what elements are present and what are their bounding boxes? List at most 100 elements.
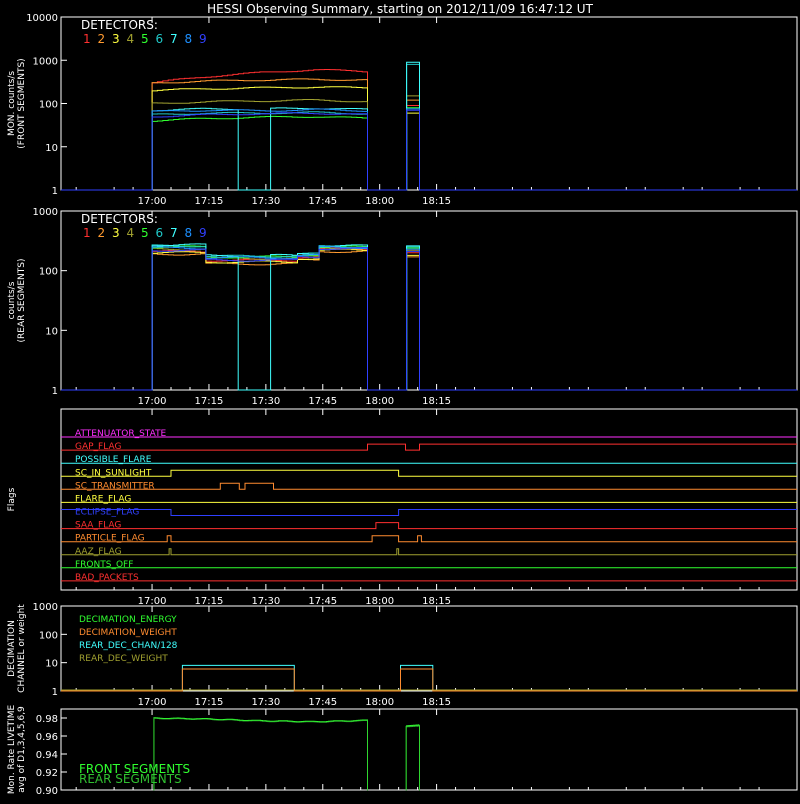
front-ytick-label: 100 xyxy=(39,100,58,111)
flag-line-aaz-flag xyxy=(61,548,797,556)
front-series-detector-9 xyxy=(61,109,797,191)
rear-series-detector-3 xyxy=(61,248,797,391)
rear-detector-7: 7 xyxy=(170,226,178,240)
flag-line-gap-flag xyxy=(61,443,797,451)
decimation-xtick-label: 17:00 xyxy=(138,697,167,708)
flag-line-eclipse-flag xyxy=(61,509,797,516)
front-series-detector-2 xyxy=(61,78,797,191)
rear-xtick-label: 18:15 xyxy=(422,396,451,407)
rear-ytick-label: 1 xyxy=(52,386,58,397)
rear-detector-6: 6 xyxy=(156,226,164,240)
front-detector-5: 5 xyxy=(141,32,149,46)
decimation-ylabel: DECIMATION xyxy=(7,620,17,677)
flags-ylabel: Flags xyxy=(7,487,17,511)
livetime-front-segment xyxy=(405,724,420,790)
rear-ytick-label: 1000 xyxy=(33,207,58,218)
rear-xtick-label: 18:00 xyxy=(365,396,394,407)
front-series-detector-8 xyxy=(61,108,797,191)
livetime-ytick-label: 0.96 xyxy=(36,732,58,743)
flags-panel-frame xyxy=(60,408,798,591)
livetime-ytick-label: 0.98 xyxy=(36,714,58,725)
rear-detector-5: 5 xyxy=(141,226,149,240)
front-xtick-label: 17:00 xyxy=(138,196,167,207)
flags-xtick-label: 17:15 xyxy=(195,596,224,607)
front-detector-7: 7 xyxy=(170,32,178,46)
rear-detectors-title: DETECTORS: xyxy=(81,212,158,226)
flag-label-bad-packets: BAD_PACKETS xyxy=(75,573,139,583)
front-detector-3: 3 xyxy=(112,32,120,46)
front-ytick-label: 1 xyxy=(52,186,58,197)
decimation-legend-rear-dec-chan-128: REAR_DEC_CHAN/128 xyxy=(79,641,178,651)
decimation-ylabel: CHANNEL or weight xyxy=(17,604,27,693)
front-detector-8: 8 xyxy=(185,32,193,46)
front-xtick-label: 18:00 xyxy=(365,196,394,207)
figure-canvas: HESSI Observing Summary, starting on 201… xyxy=(7,2,798,797)
front-xtick-label: 17:30 xyxy=(251,196,280,207)
decimation-series-decimation-weight xyxy=(61,668,797,692)
front-ytick-label: 10000 xyxy=(26,13,58,24)
decimation-legend-rear-dec-weight: REAR_DEC_WEIGHT xyxy=(79,654,168,664)
rear-ylabel: counts/s xyxy=(7,281,17,319)
rear-ytick-label: 100 xyxy=(39,267,58,278)
livetime-legend-rear-segments: REAR SEGMENTS xyxy=(79,772,182,786)
front-series-detector-5 xyxy=(61,107,797,191)
rear-series-detector-6 xyxy=(61,244,797,391)
rear-ylabel: (REAR SEGMENTS) xyxy=(17,258,27,342)
front-series-detector-7 xyxy=(61,61,797,191)
flag-line-sc-transmitter xyxy=(61,482,797,490)
livetime-ylabel: Mon. Rate LIVETIME xyxy=(7,705,17,795)
livetime-front-segment xyxy=(153,717,368,790)
rear-detector-9: 9 xyxy=(199,226,207,240)
flag-line-particle-flag xyxy=(61,535,797,543)
rear-detector-4: 4 xyxy=(127,226,135,240)
rear-series-detector-7 xyxy=(61,243,797,391)
flags-xtick-label: 18:00 xyxy=(365,596,394,607)
front-xtick-label: 18:15 xyxy=(422,196,451,207)
rear-detector-2: 2 xyxy=(98,226,106,240)
decimation-xtick-label: 17:15 xyxy=(195,697,224,708)
flag-label-fronts-off: FRONTS_OFF xyxy=(75,560,133,570)
rear-series-detector-9 xyxy=(61,247,797,391)
rear-xtick-label: 17:30 xyxy=(251,396,280,407)
rear-series-detector-2 xyxy=(61,250,797,391)
front-detector-1: 1 xyxy=(83,32,91,46)
livetime-ytick-label: 0.94 xyxy=(36,750,58,761)
front-xtick-label: 17:45 xyxy=(308,196,337,207)
front-detector-6: 6 xyxy=(156,32,164,46)
front-ytick-label: 1000 xyxy=(33,56,58,67)
decimation-xtick-label: 18:15 xyxy=(422,697,451,708)
decimation-legend-decimation-energy: DECIMATION_ENERGY xyxy=(79,615,177,625)
rear-series-detector-8 xyxy=(61,245,797,391)
flag-label-flare-flag: FLARE_FLAG xyxy=(75,494,131,504)
decimation-legend-decimation-weight: DECIMATION_WEIGHT xyxy=(79,628,177,638)
figure-title: HESSI Observing Summary, starting on 201… xyxy=(207,2,593,16)
flag-line-sc-in-sunlight xyxy=(61,469,797,477)
flag-line-saa-flag xyxy=(61,522,797,530)
front-ytick-label: 10 xyxy=(45,143,58,154)
rear-xtick-label: 17:15 xyxy=(195,396,224,407)
hessi-summary-figure: HESSI Observing Summary, starting on 201… xyxy=(0,0,800,800)
front-ylabel: MON. counts/s xyxy=(7,71,17,136)
decimation-xtick-label: 18:00 xyxy=(365,697,394,708)
decimation-xtick-label: 17:30 xyxy=(251,697,280,708)
decimation-ytick-label: 1000 xyxy=(33,602,58,613)
rear-ytick-label: 10 xyxy=(45,326,58,337)
front-detector-2: 2 xyxy=(98,32,106,46)
flags-xtick-label: 17:30 xyxy=(251,596,280,607)
front-series-detector-1 xyxy=(61,69,797,191)
front-xtick-label: 17:15 xyxy=(195,196,224,207)
flags-xtick-label: 17:00 xyxy=(138,596,167,607)
decimation-ytick-label: 10 xyxy=(45,659,58,670)
front-series-detector-3 xyxy=(61,86,797,191)
front-detector-4: 4 xyxy=(127,32,135,46)
decimation-ytick-label: 100 xyxy=(39,630,58,641)
livetime-ytick-label: 0.92 xyxy=(36,768,58,779)
front-ylabel: (FRONT SEGMENTS) xyxy=(17,58,27,148)
flags-xtick-label: 17:45 xyxy=(308,596,337,607)
decimation-ytick-label: 1 xyxy=(52,687,58,698)
livetime-rear-segment xyxy=(153,717,368,791)
flags-xtick-label: 18:15 xyxy=(422,596,451,607)
livetime-ytick-label: 0.90 xyxy=(36,786,58,797)
rear-xtick-label: 17:00 xyxy=(138,396,167,407)
rear-detector-1: 1 xyxy=(83,226,91,240)
